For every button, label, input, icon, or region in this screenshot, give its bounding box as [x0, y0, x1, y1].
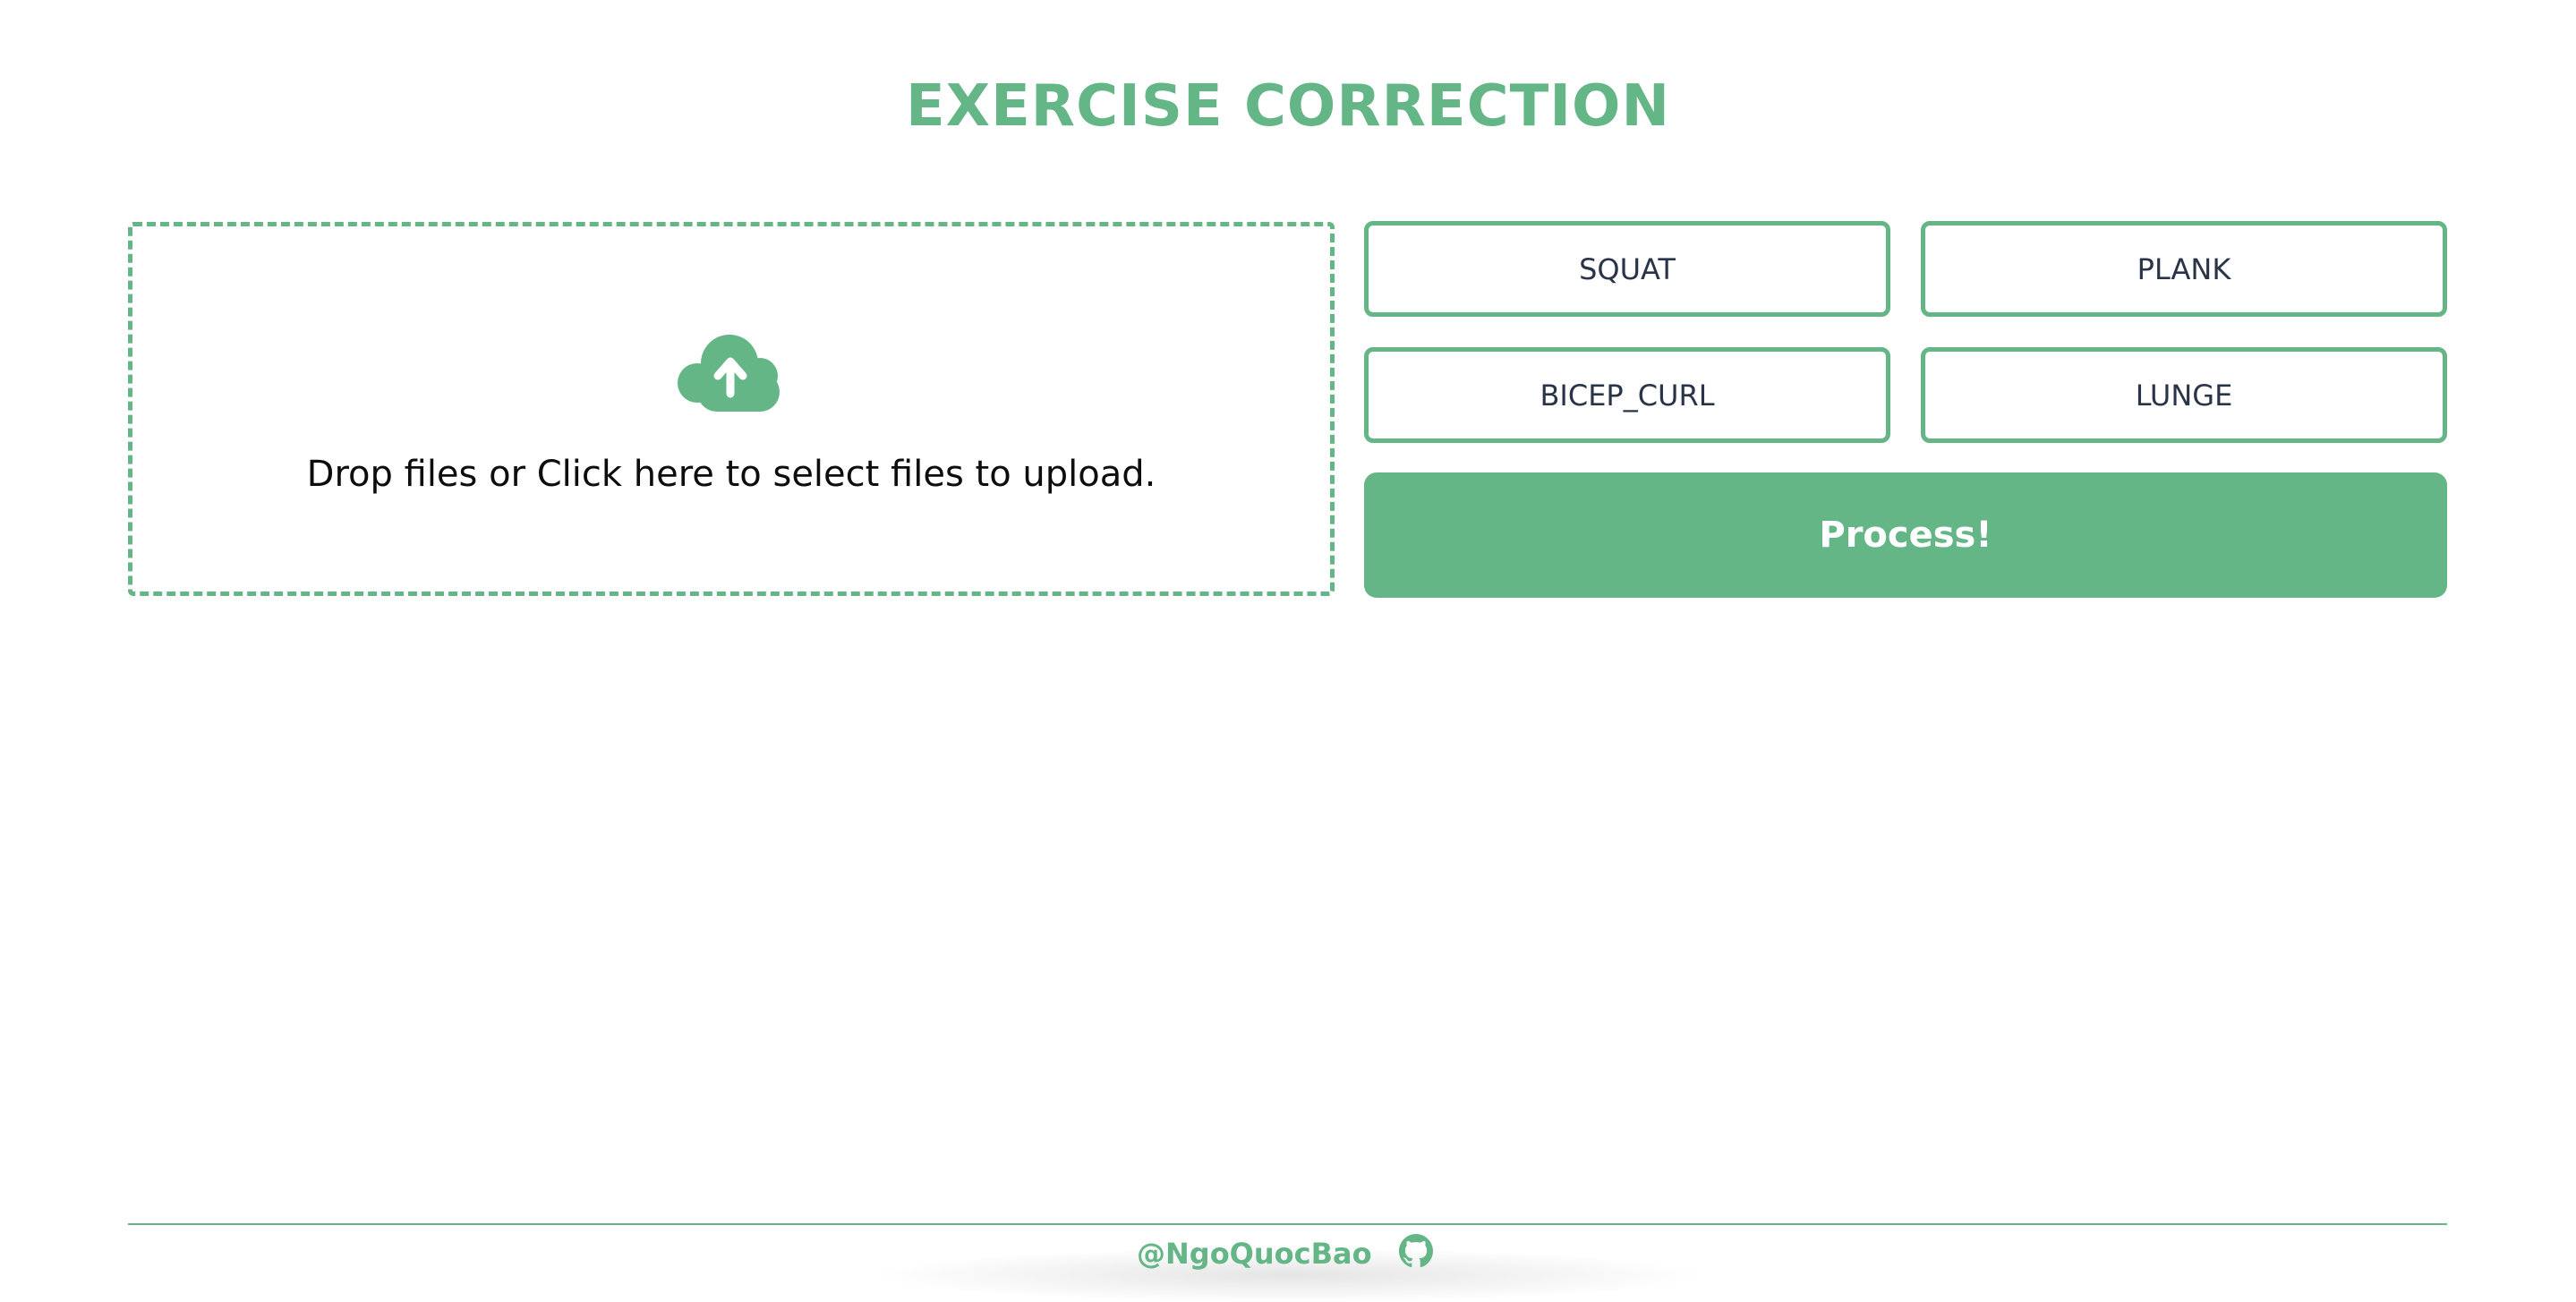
plank-button[interactable]: PLANK: [1921, 221, 2447, 317]
upload-instructions[interactable]: Drop files or Click here to select files…: [128, 447, 1335, 501]
cloud-upload-icon[interactable]: [676, 331, 785, 412]
bicep-curl-button[interactable]: BICEP_CURL: [1364, 347, 1890, 443]
github-icon[interactable]: [1399, 1234, 1433, 1268]
author-link[interactable]: @NgoQuocBao: [1137, 1233, 1372, 1274]
page-title: EXERCISE CORRECTION: [906, 73, 1670, 140]
process-button[interactable]: Process!: [1364, 472, 2447, 598]
lunge-button[interactable]: LUNGE: [1921, 347, 2447, 443]
footer-divider: [128, 1223, 2447, 1225]
page: EXERCISE CORRECTION Drop files or Click …: [0, 0, 2576, 1302]
squat-button[interactable]: SQUAT: [1364, 221, 1890, 317]
